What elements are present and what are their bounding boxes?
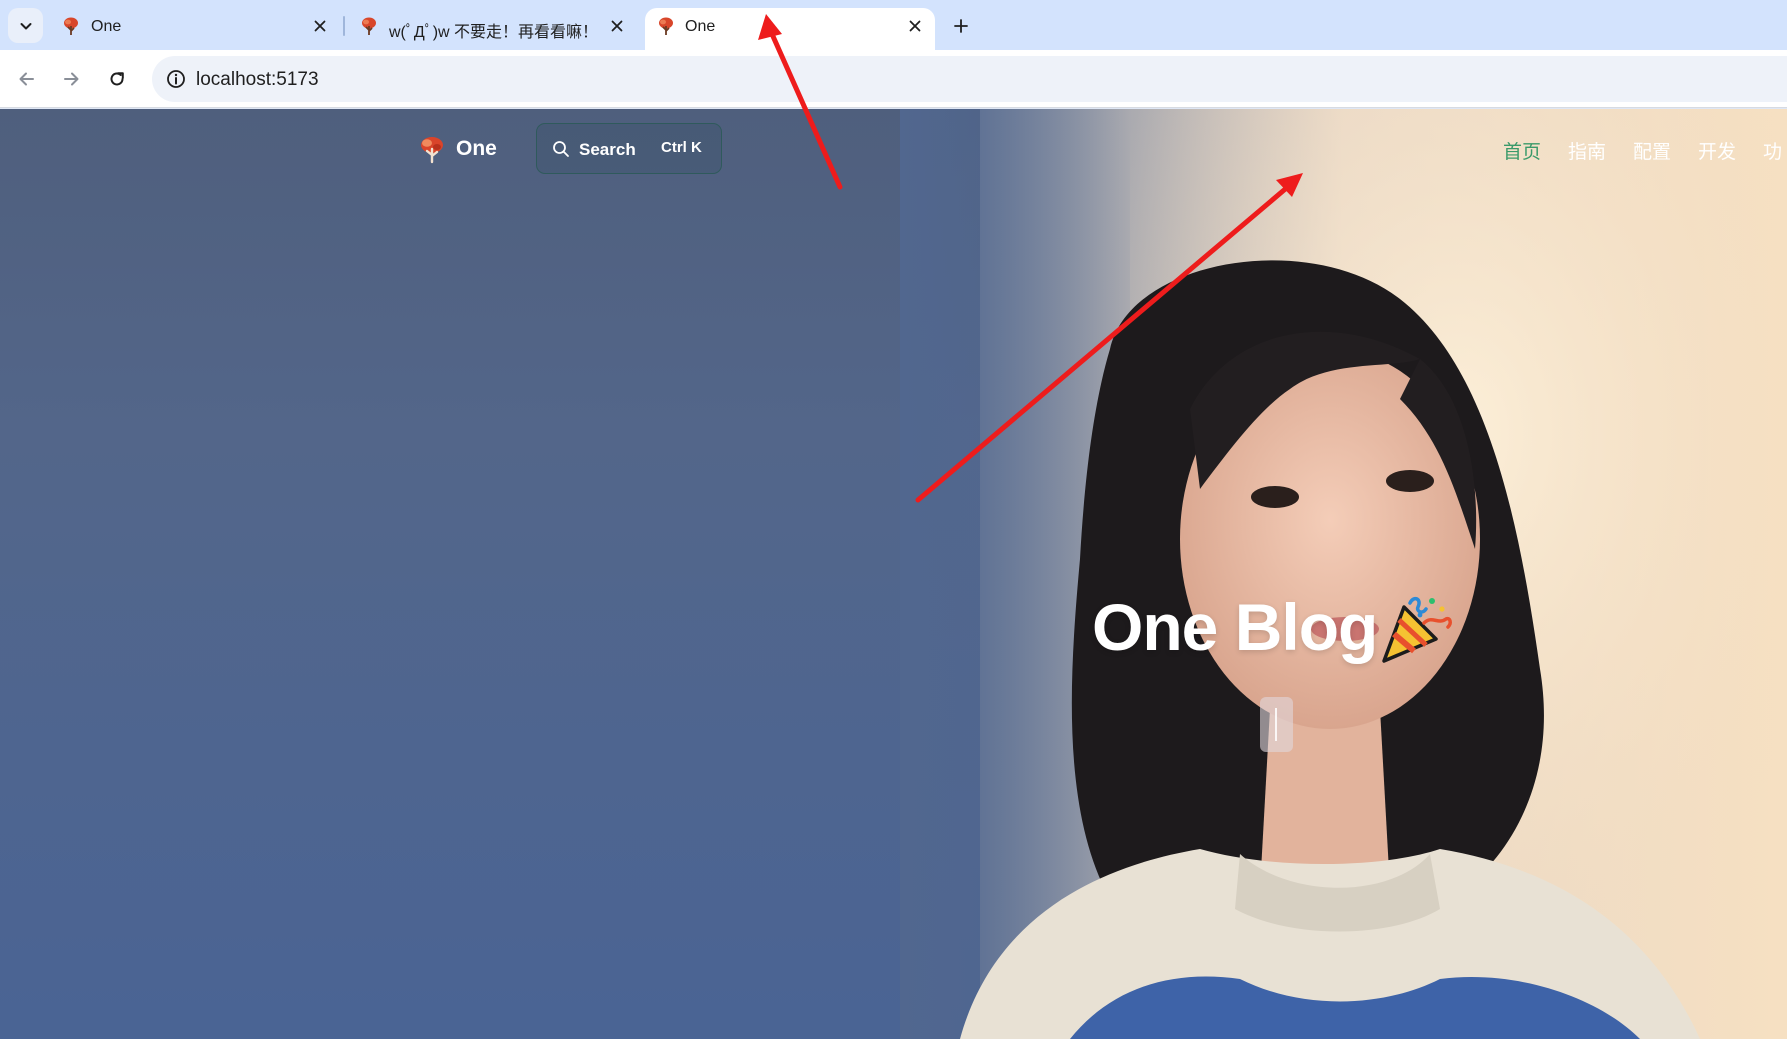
search-icon (553, 141, 569, 157)
back-button[interactable] (10, 62, 44, 96)
url-text: localhost:5173 (196, 69, 319, 90)
tab-search-button[interactable] (8, 8, 43, 43)
reload-icon (110, 72, 124, 86)
site-favicon-icon (362, 17, 376, 35)
site-info-button[interactable] (160, 63, 192, 95)
forward-button[interactable] (54, 62, 88, 96)
site-favicon-icon (659, 17, 673, 35)
tab-2[interactable]: w(ﾟДﾟ)w 不要走！再看看嘛！ (348, 8, 638, 50)
search-button[interactable]: Search Ctrl K (536, 123, 722, 174)
chevron-down-icon (20, 22, 31, 29)
site-name[interactable]: One (456, 137, 497, 161)
arrow-left-icon (19, 72, 34, 86)
tree-logo-icon (421, 137, 443, 164)
tab-title: One (91, 18, 122, 35)
browser-toolbar: localhost:5173 (0, 50, 1787, 108)
nav-config[interactable]: 配置 (1633, 137, 1671, 164)
info-icon (167, 70, 185, 88)
nav-features[interactable]: 功 (1763, 137, 1782, 164)
plus-icon (954, 19, 968, 33)
close-tab-button[interactable] (308, 14, 332, 38)
nav-guide[interactable]: 指南 (1568, 137, 1606, 164)
tab-title: One (685, 18, 716, 35)
tab-strip: One w(ﾟДﾟ)w 不要走！再看看嘛！ One (0, 0, 1787, 50)
close-tab-button[interactable] (605, 14, 629, 38)
nav-develop[interactable]: 开发 (1698, 137, 1736, 164)
tab-separator (343, 16, 345, 36)
hero-background-photo (900, 109, 1787, 1039)
new-tab-button[interactable] (946, 11, 976, 41)
site-favicon-icon (64, 17, 78, 35)
nav-home[interactable]: 首页 (1503, 137, 1541, 164)
address-bar[interactable]: localhost:5173 (152, 56, 1787, 102)
close-icon (611, 20, 623, 32)
close-tab-button[interactable] (903, 14, 927, 38)
tab-title: w(ﾟДﾟ)w 不要走！再看看嘛！ (389, 24, 599, 41)
arrow-right-icon (64, 72, 79, 86)
tab-1[interactable]: One (50, 8, 340, 50)
search-label: Search (579, 140, 636, 159)
hero-title: One Blog (1092, 590, 1378, 664)
reload-button[interactable] (100, 62, 134, 96)
close-icon (314, 20, 326, 32)
page-viewport: One Search Ctrl K 首页 指南 配置 开发 功 One Blog (0, 109, 1787, 1039)
party-popper-icon (1382, 596, 1452, 663)
tab-3-active[interactable]: One (645, 8, 935, 50)
site-logo[interactable] (417, 134, 447, 164)
typing-cursor (1260, 697, 1293, 752)
close-icon (909, 20, 921, 32)
search-shortcut: Ctrl K (661, 139, 702, 156)
